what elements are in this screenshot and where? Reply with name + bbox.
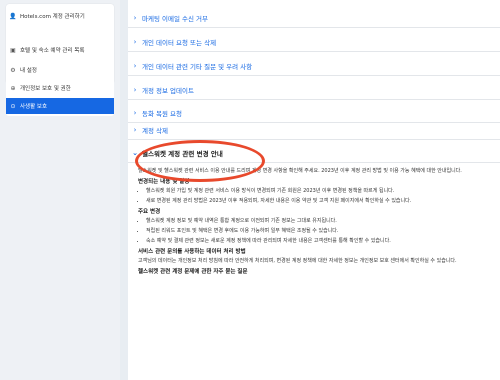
- sidebar-item-label: Hotels.com 계정 관리하기: [20, 14, 85, 20]
- sidebar-item-account[interactable]: 👤 Hotels.com 계정 관리하기: [6, 8, 114, 24]
- clipboard-icon: ▣: [10, 46, 16, 54]
- accordion-label: 동화 복원 요청: [142, 109, 183, 118]
- chevron-right-icon: ›: [133, 125, 137, 134]
- accordion-label: 개정 정보 업데이트: [142, 86, 194, 95]
- chevron-right-icon: ›: [133, 61, 137, 70]
- accordion-data-request[interactable]: › 개인 데이터 요청 또는 삭제: [128, 32, 500, 52]
- accordion-label: 개인 데이터 관련 기타 질문 및 우려 사항: [142, 62, 253, 71]
- sidebar-card-account: 👤 Hotels.com 계정 관리하기 ▣ 호텔 및 숙소 예약 관리 목록 …: [6, 4, 114, 84]
- list-item: 새로 변경된 계정 관리 방법은 2023년 이후 적용되며, 자세한 내용은 …: [146, 198, 496, 205]
- sidebar: 👤 Hotels.com 계정 관리하기 ▣ 호텔 및 숙소 예약 관리 목록 …: [0, 0, 120, 380]
- user-icon: 👤: [9, 12, 17, 20]
- chevron-right-icon: ›: [133, 85, 137, 94]
- sidebar-item-privacy-permissions[interactable]: ⊕ 개인정보 보호 및 권한: [6, 80, 114, 96]
- accordion-label: 계정 삭제: [142, 126, 168, 135]
- list-item: 숙소 예약 및 결제 관련 정보는 새로운 계정 정책에 따라 관리되며 자세한…: [146, 238, 496, 245]
- sidebar-item-bookings[interactable]: ▣ 호텔 및 숙소 예약 관리 목록: [6, 42, 114, 58]
- chevron-right-icon: ›: [133, 37, 137, 46]
- sidebar-item-privacy[interactable]: ⊙ 사생활 보호: [6, 98, 114, 114]
- chevron-right-icon: ›: [133, 13, 137, 22]
- section-title: 주요 변경: [138, 209, 161, 215]
- lock-icon: ⊙: [10, 102, 16, 110]
- sidebar-item-label: 호텔 및 숙소 예약 관리 목록: [20, 48, 85, 54]
- main-panel: › 마케팅 이메일 수신 거부 › 개인 데이터 요청 또는 삭제 › 개인 데…: [128, 0, 500, 380]
- gear-icon: ⚙: [10, 66, 16, 74]
- sidebar-item-label: 내 설정: [20, 68, 37, 74]
- list-item: 적립된 리워드 포인트 및 혜택은 변경 후에도 이용 가능하며 일부 혜택은 …: [146, 228, 496, 235]
- sidebar-card-privacy: ⊕ 개인정보 보호 및 권한 ⊙ 사생활 보호: [6, 76, 114, 116]
- accordion-label: 마케팅 이메일 수신 거부: [142, 14, 208, 23]
- list-item: 헬스워켓 회원 가입 및 계정 관련 서비스 이용 방식이 변경되며 기존 회원…: [146, 188, 496, 195]
- chevron-right-icon: ›: [133, 108, 137, 117]
- accordion-marketing-optout[interactable]: › 마케팅 이메일 수신 거부: [128, 8, 500, 28]
- section-title: 헬스워켓 관련 계정 문제에 관한 자주 묻는 질문: [138, 269, 248, 275]
- highlight-circle-annotation: [135, 140, 265, 182]
- shield-icon: ⊕: [10, 84, 16, 92]
- accordion-content: 헬스워켓 및 헬스워켓 관련 서비스 이용 안내를 드리며 계정 변경 사항을 …: [138, 168, 496, 278]
- section-list: 헬스워켓 회원 가입 및 계정 관련 서비스 이용 방식이 변경되며 기존 회원…: [146, 188, 496, 205]
- accordion-label: 개인 데이터 요청 또는 삭제: [142, 38, 217, 47]
- accordion-delete-account[interactable]: › 계정 삭제: [128, 120, 500, 140]
- sidebar-item-label: 개인정보 보호 및 권한: [20, 86, 71, 92]
- accordion-account-update[interactable]: › 개정 정보 업데이트: [128, 80, 500, 100]
- accordion-data-questions[interactable]: › 개인 데이터 관련 기타 질문 및 우려 사항: [128, 56, 500, 76]
- sidebar-item-label: 사생활 보호: [20, 104, 48, 110]
- section-text: 고객님의 데이터는 개인정보 처리 방침에 따라 안전하게 처리되며, 변경된 …: [138, 258, 457, 264]
- list-item: 헬스워켓 계정 정보 및 예약 내역은 통합 계정으로 이전되며 기존 정보는 …: [146, 218, 496, 225]
- section-title: 서비스 관련 문의를 사용하는 데이터 처리 방법: [138, 249, 246, 255]
- section-list: 헬스워켓 계정 정보 및 예약 내역은 통합 계정으로 이전되며 기존 정보는 …: [146, 218, 496, 245]
